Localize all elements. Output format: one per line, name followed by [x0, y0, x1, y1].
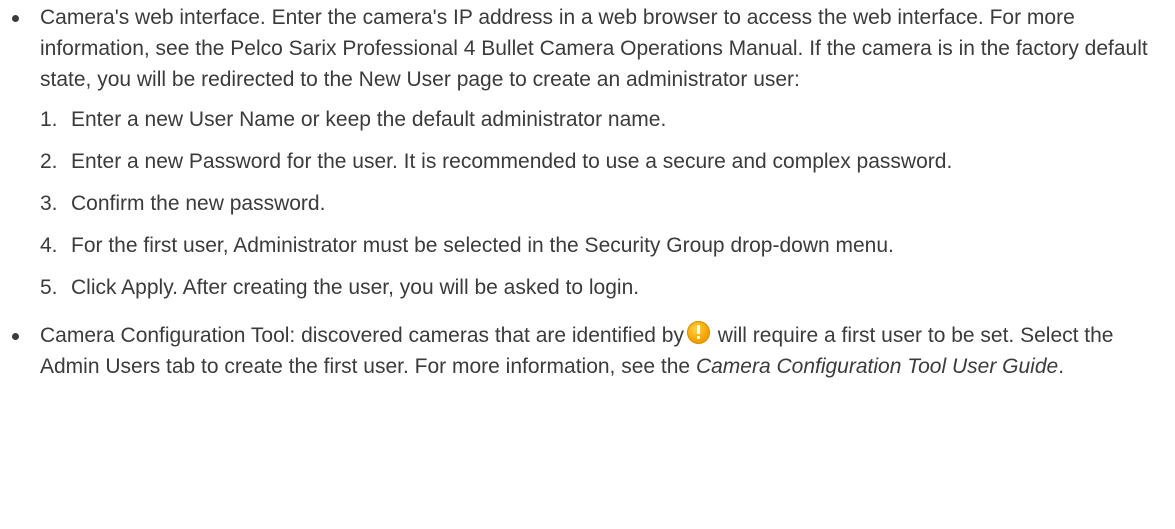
step-number: 5. [40, 276, 58, 299]
configuration-tool-paragraph: Camera Configuration Tool: discovered ca… [40, 320, 1155, 382]
steps-list: 1. Enter a new User Name or keep the def… [40, 104, 1155, 303]
step-number: 1. [40, 108, 58, 131]
step-number: 4. [40, 234, 58, 257]
config-text-before-icon: Camera Configuration Tool: discovered ca… [40, 324, 684, 347]
warning-circle-icon [686, 321, 710, 344]
bullet-dot-icon [12, 333, 19, 340]
list-item: 3. Confirm the new password. [40, 188, 1155, 219]
step-number: 3. [40, 192, 58, 215]
step-text: Click Apply. After creating the user, yo… [71, 276, 640, 299]
web-interface-paragraph: Camera's web interface. Enter the camera… [40, 6, 1148, 91]
step-text: Confirm the new password. [71, 192, 326, 215]
config-text-end: . [1058, 355, 1065, 378]
bullet-configuration-tool: Camera Configuration Tool: discovered ca… [0, 320, 1175, 382]
list-item: 1. Enter a new User Name or keep the def… [40, 104, 1155, 135]
bullet-dot-icon [12, 15, 19, 22]
step-text: Enter a new User Name or keep the defaul… [71, 108, 667, 131]
document-page: Camera's web interface. Enter the camera… [0, 0, 1175, 529]
list-item: 5. Click Apply. After creating the user,… [40, 272, 1155, 303]
list-item: 2. Enter a new Password for the user. It… [40, 146, 1155, 177]
guide-title: Camera Configuration Tool User Guide [695, 355, 1059, 378]
step-number: 2. [40, 150, 58, 173]
step-text: Enter a new Password for the user. It is… [71, 150, 953, 173]
step-text: For the first user, Administrator must b… [71, 234, 894, 257]
list-item: 4. For the first user, Administrator mus… [40, 230, 1155, 261]
bullet-web-interface: Camera's web interface. Enter the camera… [0, 2, 1175, 303]
